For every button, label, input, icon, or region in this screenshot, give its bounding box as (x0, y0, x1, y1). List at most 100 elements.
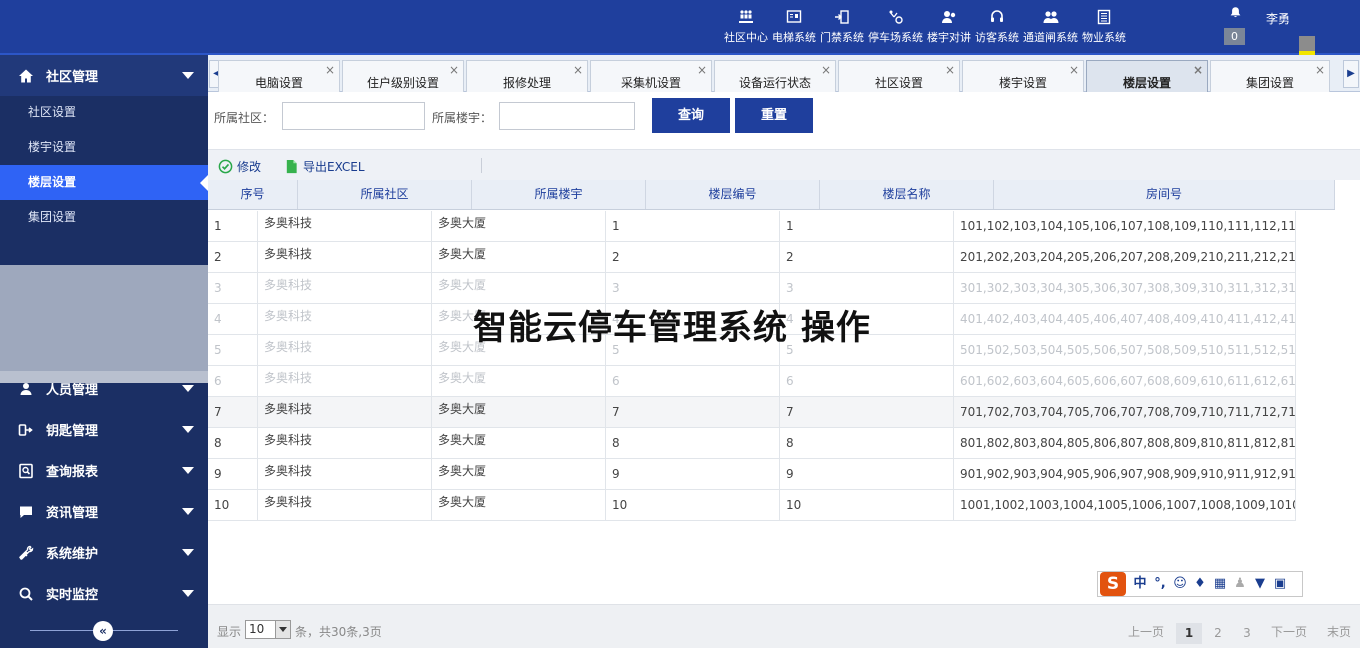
sidebar-group-keys[interactable]: 钥匙管理 (0, 409, 208, 450)
page-size-select[interactable]: 10 (245, 620, 291, 639)
page-summary: 条，共30条,3页 (295, 625, 382, 639)
edit-button[interactable]: 修改 (218, 158, 261, 175)
search-button[interactable]: 查询 (652, 98, 730, 133)
tab-label: 电脑设置 (254, 76, 303, 90)
close-icon[interactable]: × (325, 63, 335, 77)
column-header[interactable]: 所属楼宇 (472, 180, 646, 209)
last-page-link[interactable]: 末页 (1327, 623, 1351, 640)
collapse-sidebar-button[interactable]: « (93, 621, 113, 641)
sidebar-group-community[interactable]: 社区管理 (0, 55, 208, 96)
sidebar-group-monitor[interactable]: 实时监控 (0, 573, 208, 614)
tab-8[interactable]: 楼层设置 × (1086, 60, 1208, 92)
close-icon[interactable]: × (697, 63, 707, 77)
ime-toolbar: S 中 °, ☺ ♦ ▦ ♟ ▼ ▣ (1097, 571, 1303, 597)
user-icon[interactable]: ♟ (1230, 574, 1250, 594)
close-icon[interactable]: × (573, 63, 583, 77)
table-row[interactable]: 1 多奥科技 多奥大厦 1 1 101,102,103,104,105,106,107,1… (208, 211, 1296, 242)
table-cell: 901,902,903,904,905,906,907,908,909,910,… (954, 459, 1296, 489)
table-row[interactable]: 8 多奥科技 多奥大厦 8 8 801,802,803,804,805,806,807,8… (208, 428, 1296, 459)
top-nav-label: 楼宇对讲 (927, 30, 971, 44)
tab-4[interactable]: 采集机设置 × (590, 60, 712, 92)
table-cell: 2 (606, 242, 780, 272)
table-cell: 8 (208, 428, 258, 458)
keyboard-icon[interactable]: ▦ (1210, 574, 1230, 594)
top-nav-item-3[interactable]: 门禁系统 (818, 0, 866, 53)
chevron-down-icon (182, 385, 194, 392)
prev-page-link[interactable]: 上一页 (1128, 623, 1164, 640)
top-nav-label: 停车场系统 (868, 30, 923, 44)
notification-count-badge[interactable]: 0 (1224, 28, 1245, 45)
table-row[interactable]: 7 多奥科技 多奥大厦 7 7 701,702,703,704,705,706,707,7… (208, 397, 1296, 428)
tab-3[interactable]: 报修处理 × (466, 60, 588, 92)
emoji-icon[interactable]: ☺ (1170, 574, 1190, 594)
top-nav-item-4[interactable]: 停车场系统 (866, 0, 925, 53)
top-nav-item-6[interactable]: 访客系统 (973, 0, 1021, 53)
page-link-3[interactable]: 3 (1234, 623, 1260, 644)
next-page-link[interactable]: 下一页 (1271, 623, 1307, 640)
close-icon[interactable]: × (1193, 63, 1203, 77)
close-icon[interactable]: × (1069, 63, 1079, 77)
ime-punctuation-toggle[interactable]: °, (1150, 574, 1170, 594)
table-row[interactable]: 9 多奥科技 多奥大厦 9 9 901,902,903,904,905,906,907,9… (208, 459, 1296, 490)
tab-label: 采集机设置 (620, 76, 681, 90)
sidebar-group-reports[interactable]: 查询报表 (0, 450, 208, 491)
top-nav-item-8[interactable]: 物业系统 (1080, 0, 1128, 53)
top-nav-item-2[interactable]: 电梯系统 (770, 0, 818, 53)
microphone-icon[interactable]: ♦ (1190, 574, 1210, 594)
top-nav-item-5[interactable]: 楼宇对讲 (925, 0, 973, 53)
top-nav-item-7[interactable]: 通道闸系统 (1021, 0, 1080, 53)
tab-9[interactable]: 集团设置 × (1210, 60, 1330, 92)
parking-icon (887, 9, 905, 25)
skin-icon[interactable]: ▼ (1250, 574, 1270, 594)
home-icon (16, 66, 36, 86)
ime-language-toggle[interactable]: 中 (1130, 574, 1150, 594)
top-nav-label: 社区中心 (724, 30, 768, 44)
tab-6[interactable]: 社区设置 × (838, 60, 960, 92)
table-cell: 4 (208, 304, 258, 334)
close-icon[interactable]: × (945, 63, 955, 77)
export-label: 导出EXCEL (303, 160, 365, 174)
table-cell: 3 (780, 273, 954, 303)
check-circle-icon (218, 159, 233, 174)
table-row[interactable]: 2 多奥科技 多奥大厦 2 2 201,202,203,204,205,206,207,2… (208, 242, 1296, 273)
sidebar-item-group-settings[interactable]: 集团设置 (0, 200, 208, 235)
column-header[interactable]: 序号 (208, 180, 298, 209)
sidebar-item-community-settings[interactable]: 社区设置 (0, 95, 208, 130)
top-header: 社区中心 电梯系统 门禁系统 停车场系统 楼宇对讲 访客系统 通道闸系统 物业系统 0 李勇 (0, 0, 1360, 83)
page-link-1[interactable]: 1 (1176, 623, 1202, 644)
sogou-logo-icon[interactable]: S (1100, 572, 1126, 596)
page-link-2[interactable]: 2 (1205, 623, 1231, 644)
tab-2[interactable]: 住户级别设置 × (342, 60, 464, 92)
export-excel-button[interactable]: 导出EXCEL (284, 158, 365, 175)
column-header[interactable]: 楼层编号 (646, 180, 820, 209)
column-header[interactable]: 楼层名称 (820, 180, 994, 209)
user-name[interactable]: 李勇 (1266, 10, 1290, 27)
sidebar-group-messages[interactable]: 资讯管理 (0, 491, 208, 532)
tab-scroll-right-button[interactable]: ▶ (1343, 60, 1359, 88)
chevron-down-icon (182, 508, 194, 515)
table-cell: 1 (208, 211, 258, 241)
sidebar-item-building-settings[interactable]: 楼宇设置 (0, 130, 208, 165)
building-input[interactable] (499, 102, 635, 130)
column-header[interactable]: 房间号 (994, 180, 1335, 209)
top-nav-item-1[interactable]: 社区中心 (722, 0, 770, 53)
toolbox-icon[interactable]: ▣ (1270, 574, 1290, 594)
sidebar-group-maintenance[interactable]: 系统维护 (0, 532, 208, 573)
column-header[interactable]: 所属社区 (298, 180, 472, 209)
app-window: 社区中心 电梯系统 门禁系统 停车场系统 楼宇对讲 访客系统 通道闸系统 物业系统 0 李勇 … (0, 0, 1360, 648)
tab-1[interactable]: 电脑设置 × (218, 60, 340, 92)
bell-icon[interactable] (1224, 6, 1246, 22)
reset-button[interactable]: 重置 (735, 98, 813, 133)
table-row[interactable]: 10 多奥科技 多奥大厦 10 10 1001,1002,1003,1004,1005,1… (208, 490, 1296, 521)
tab-7[interactable]: 楼宇设置 × (962, 60, 1084, 92)
top-nav-label: 电梯系统 (772, 30, 816, 44)
community-input[interactable] (282, 102, 425, 130)
close-icon[interactable]: × (1315, 63, 1325, 77)
sidebar-item-floor-settings[interactable]: 楼层设置 (0, 165, 208, 200)
close-icon[interactable]: × (821, 63, 831, 77)
close-icon[interactable]: × (449, 63, 459, 77)
table-row[interactable]: 6 多奥科技 多奥大厦 6 6 601,602,603,604,605,606,607,6… (208, 366, 1296, 397)
toolbar-divider (481, 158, 482, 173)
grid-header: 序号 所属社区 所属楼宇 楼层编号 楼层名称 房间号 (208, 180, 1335, 210)
tab-5[interactable]: 设备运行状态 × (714, 60, 836, 92)
